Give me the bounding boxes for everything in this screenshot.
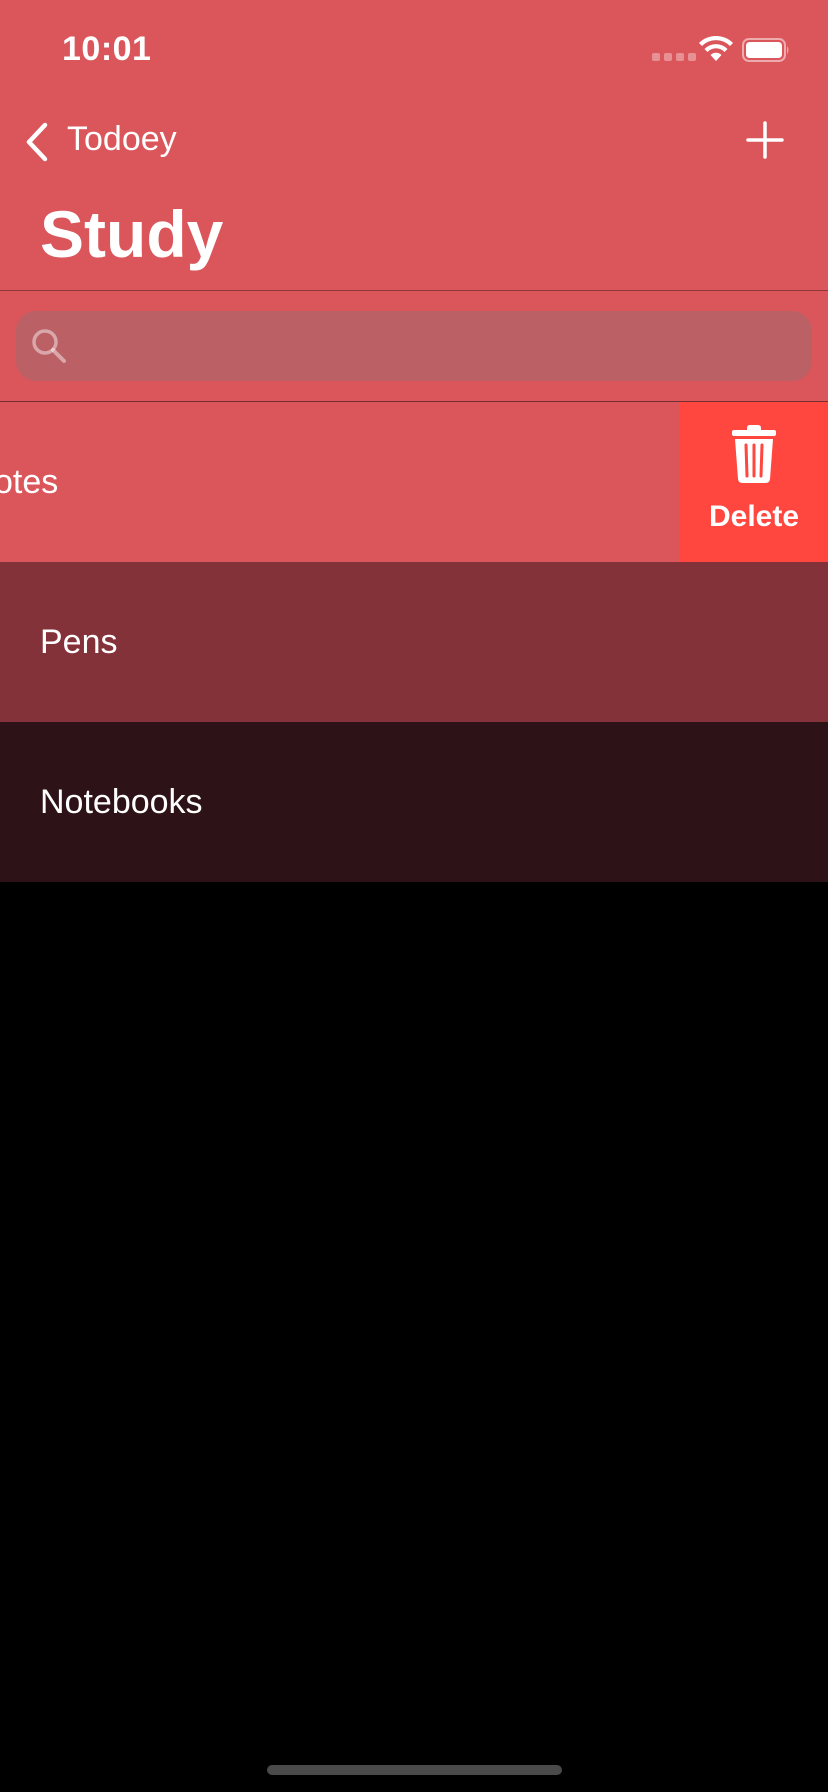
battery-icon <box>742 38 789 62</box>
search-bar <box>0 291 828 402</box>
search-icon <box>32 329 66 363</box>
search-field[interactable] <box>16 311 812 383</box>
cellular-signal-icon <box>652 53 696 61</box>
list-item-swiped[interactable]: otes Delete <box>0 402 828 562</box>
list-item[interactable]: Notebooks <box>0 722 828 882</box>
plus-icon[interactable] <box>745 120 785 160</box>
home-indicator[interactable] <box>267 1765 562 1775</box>
wifi-icon <box>699 36 733 61</box>
status-time: 10:01 <box>62 30 152 68</box>
delete-button[interactable]: Delete <box>680 402 828 562</box>
navigation-bar: 10:01 Todoey Study <box>0 0 828 291</box>
list-item[interactable]: Pens <box>0 562 828 722</box>
search-input[interactable] <box>82 311 786 383</box>
trash-icon <box>732 425 776 483</box>
list-item-label: otes <box>0 463 59 501</box>
screen: 10:01 Todoey Study otes Delete Pens Note… <box>0 0 828 1792</box>
list-item-label: Pens <box>40 623 118 661</box>
delete-label: Delete <box>708 500 800 533</box>
back-button[interactable]: Todoey <box>67 120 177 159</box>
list-item-label: Notebooks <box>40 783 203 821</box>
page-title: Study <box>40 197 224 271</box>
chevron-left-icon[interactable] <box>24 122 50 162</box>
